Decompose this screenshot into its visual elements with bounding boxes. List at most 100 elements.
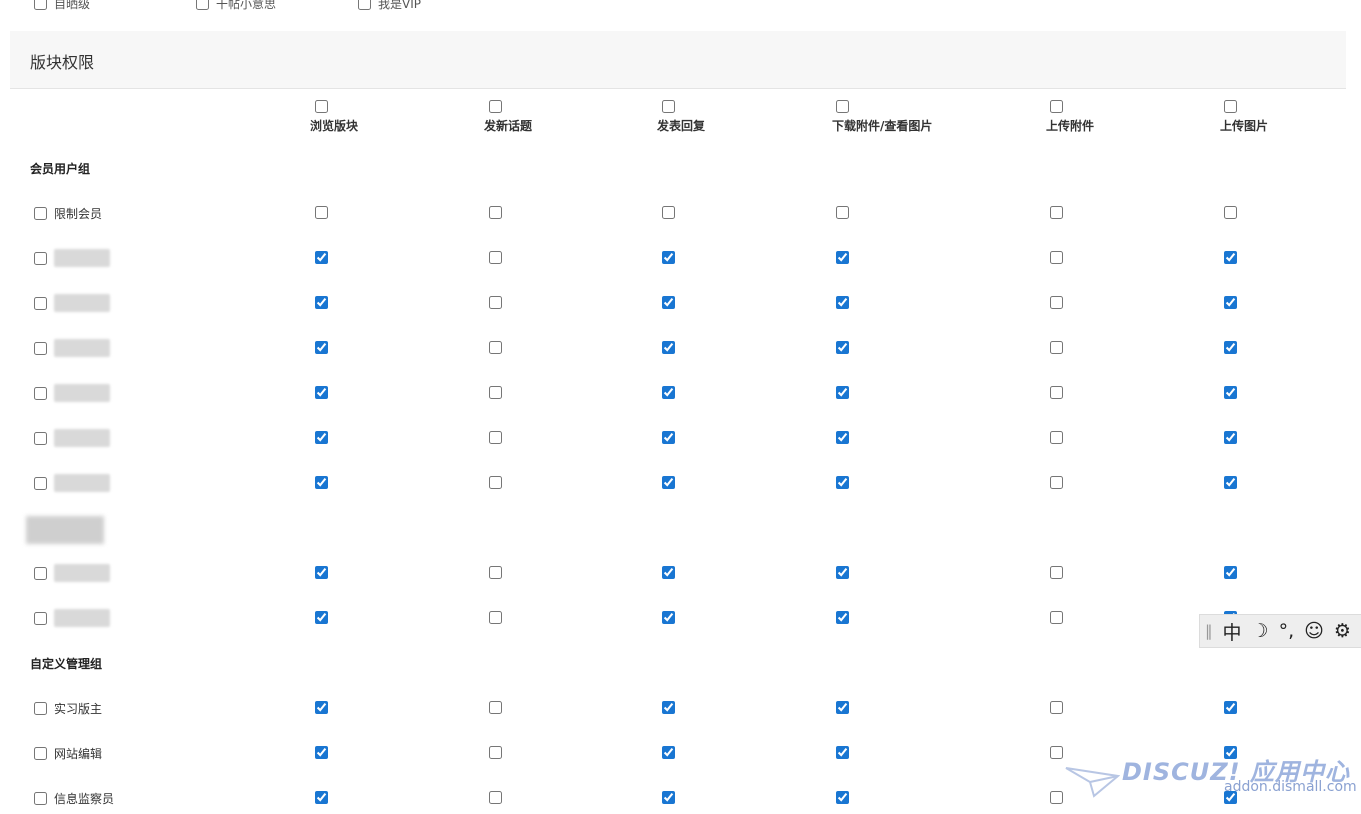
permission-checkbox[interactable] — [662, 206, 675, 219]
row-label[interactable] — [34, 249, 110, 267]
row-label[interactable] — [34, 294, 110, 312]
permission-checkbox[interactable] — [1224, 701, 1237, 714]
permission-checkbox[interactable] — [315, 611, 328, 624]
row-label[interactable]: 限制会员 — [34, 205, 102, 221]
select-column-checkbox[interactable] — [1050, 100, 1063, 113]
permission-checkbox[interactable] — [1050, 701, 1063, 714]
permission-checkbox[interactable] — [1224, 476, 1237, 489]
permission-checkbox[interactable] — [1224, 341, 1237, 354]
permission-checkbox[interactable] — [315, 476, 328, 489]
row-label[interactable]: 实习版主 — [34, 700, 102, 716]
permission-checkbox[interactable] — [315, 296, 328, 309]
top-option-checkbox[interactable] — [358, 0, 371, 10]
permission-checkbox[interactable] — [1050, 431, 1063, 444]
permission-checkbox[interactable] — [1050, 746, 1063, 759]
select-row-checkbox[interactable] — [34, 206, 47, 220]
permission-checkbox[interactable] — [662, 476, 675, 489]
permission-checkbox[interactable] — [836, 611, 849, 624]
punctuation-icon[interactable]: °, — [1279, 620, 1295, 642]
permission-checkbox[interactable] — [315, 791, 328, 804]
permission-checkbox[interactable] — [489, 746, 502, 759]
permission-checkbox[interactable] — [662, 341, 675, 354]
permission-checkbox[interactable] — [489, 431, 502, 444]
permission-checkbox[interactable] — [315, 431, 328, 444]
permission-checkbox[interactable] — [1050, 791, 1063, 804]
permission-checkbox[interactable] — [662, 386, 675, 399]
permission-checkbox[interactable] — [1050, 566, 1063, 579]
row-label[interactable] — [34, 609, 110, 627]
permission-checkbox[interactable] — [1050, 611, 1063, 624]
top-option-checkbox[interactable] — [34, 0, 47, 10]
ime-mode-indicator[interactable]: 中 — [1223, 618, 1242, 645]
select-column-checkbox[interactable] — [489, 100, 502, 113]
permission-checkbox[interactable] — [662, 296, 675, 309]
row-label[interactable] — [34, 339, 110, 357]
top-option[interactable]: 自晒级 — [34, 0, 90, 12]
ime-toolbar[interactable]: ‖ 中 ☽ °, ☺ ⚙ — [1199, 614, 1361, 648]
permission-checkbox[interactable] — [315, 566, 328, 579]
permission-checkbox[interactable] — [836, 206, 849, 219]
select-column-checkbox[interactable] — [662, 100, 675, 113]
permission-checkbox[interactable] — [662, 701, 675, 714]
permission-checkbox[interactable] — [489, 611, 502, 624]
select-row-checkbox[interactable] — [34, 701, 47, 715]
permission-checkbox[interactable] — [489, 701, 502, 714]
top-option[interactable]: 我是VIP — [358, 0, 421, 12]
row-label[interactable]: 网站编辑 — [34, 745, 102, 761]
permission-checkbox[interactable] — [836, 791, 849, 804]
permission-checkbox[interactable] — [315, 251, 328, 264]
permission-checkbox[interactable] — [489, 206, 502, 219]
permission-checkbox[interactable] — [836, 341, 849, 354]
permission-checkbox[interactable] — [315, 206, 328, 219]
permission-checkbox[interactable] — [315, 341, 328, 354]
permission-checkbox[interactable] — [1050, 296, 1063, 309]
permission-checkbox[interactable] — [1224, 296, 1237, 309]
permission-checkbox[interactable] — [1050, 386, 1063, 399]
permission-checkbox[interactable] — [489, 791, 502, 804]
permission-checkbox[interactable] — [1050, 341, 1063, 354]
permission-checkbox[interactable] — [489, 341, 502, 354]
row-label[interactable] — [34, 429, 110, 447]
permission-checkbox[interactable] — [662, 251, 675, 264]
select-column-checkbox[interactable] — [1224, 100, 1237, 113]
emoji-icon[interactable]: ☺ — [1304, 620, 1324, 642]
permission-checkbox[interactable] — [662, 746, 675, 759]
permission-checkbox[interactable] — [1050, 476, 1063, 489]
permission-checkbox[interactable] — [662, 791, 675, 804]
permission-checkbox[interactable] — [315, 701, 328, 714]
moon-icon[interactable]: ☽ — [1252, 620, 1269, 642]
select-row-checkbox[interactable] — [34, 341, 47, 355]
permission-checkbox[interactable] — [836, 296, 849, 309]
permission-checkbox[interactable] — [836, 701, 849, 714]
permission-checkbox[interactable] — [836, 386, 849, 399]
permission-checkbox[interactable] — [836, 746, 849, 759]
select-row-checkbox[interactable] — [34, 431, 47, 445]
row-label[interactable] — [34, 384, 110, 402]
permission-checkbox[interactable] — [836, 431, 849, 444]
permission-checkbox[interactable] — [1224, 566, 1237, 579]
select-row-checkbox[interactable] — [34, 476, 47, 490]
permission-checkbox[interactable] — [489, 251, 502, 264]
select-column-checkbox[interactable] — [836, 100, 849, 113]
select-row-checkbox[interactable] — [34, 791, 47, 805]
permission-checkbox[interactable] — [1224, 251, 1237, 264]
permission-checkbox[interactable] — [662, 611, 675, 624]
permission-checkbox[interactable] — [1224, 206, 1237, 219]
row-label[interactable]: 信息监察员 — [34, 790, 114, 806]
select-column-checkbox[interactable] — [315, 100, 328, 113]
top-option[interactable]: 干帖小意思 — [196, 0, 276, 12]
permission-checkbox[interactable] — [1224, 386, 1237, 399]
permission-checkbox[interactable] — [315, 746, 328, 759]
select-row-checkbox[interactable] — [34, 386, 47, 400]
top-option-checkbox[interactable] — [196, 0, 209, 10]
select-row-checkbox[interactable] — [34, 746, 47, 760]
permission-checkbox[interactable] — [489, 476, 502, 489]
permission-checkbox[interactable] — [662, 566, 675, 579]
select-row-checkbox[interactable] — [34, 296, 47, 310]
permission-checkbox[interactable] — [1050, 206, 1063, 219]
select-row-checkbox[interactable] — [34, 566, 47, 580]
permission-checkbox[interactable] — [836, 566, 849, 579]
row-label[interactable] — [34, 564, 110, 582]
select-row-checkbox[interactable] — [34, 611, 47, 625]
ime-drag-handle[interactable]: ‖ — [1205, 622, 1213, 640]
